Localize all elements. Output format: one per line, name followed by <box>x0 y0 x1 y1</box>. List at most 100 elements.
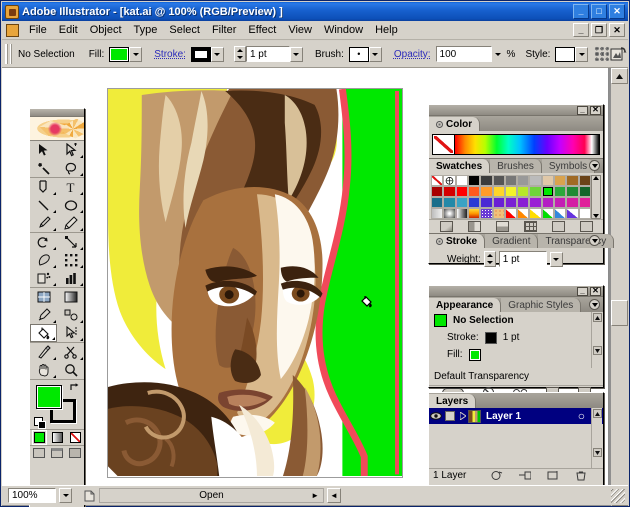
document-restore-button[interactable]: ❐ <box>591 23 607 37</box>
menu-edit[interactable]: Edit <box>53 22 84 38</box>
scrollbar-thumb[interactable] <box>611 300 628 326</box>
swatch-cyan[interactable] <box>455 197 468 208</box>
scroll-up-button[interactable] <box>611 68 628 84</box>
swatch-gradient-gray[interactable] <box>431 208 444 219</box>
spectrum-strip[interactable] <box>455 135 599 154</box>
window-resize-grip[interactable] <box>611 489 625 503</box>
lasso-tool[interactable] <box>57 159 84 177</box>
swatch-orange[interactable] <box>480 186 493 197</box>
stroke-weight-dropdown-arrow[interactable] <box>289 46 303 62</box>
swatch-brown[interactable] <box>566 175 579 186</box>
zoom-level-field[interactable]: 100% <box>8 488 56 503</box>
menu-view[interactable]: View <box>282 22 318 38</box>
slice-tool[interactable] <box>30 343 57 361</box>
minimize-button[interactable]: _ <box>573 4 589 19</box>
stroke-label[interactable]: Stroke: <box>154 49 186 60</box>
swatch-crimson[interactable] <box>443 186 456 197</box>
full-screen-with-menu-bar-mode[interactable] <box>48 446 66 459</box>
status-expand-arrow[interactable]: ► <box>311 491 319 500</box>
swatch-blue-violet[interactable] <box>480 197 493 208</box>
toolbox-drag-handle[interactable] <box>30 109 84 117</box>
appearance-scroll-up-button[interactable] <box>592 313 602 322</box>
full-screen-mode[interactable] <box>66 446 84 459</box>
paintbrush-tool[interactable] <box>30 214 57 232</box>
symbol-sprayer-tool[interactable] <box>30 269 57 287</box>
vectorized-portrait-artwork[interactable] <box>108 89 402 477</box>
appearance-minimize-button[interactable]: _ <box>577 286 588 296</box>
style-grid-icon[interactable] <box>594 46 611 62</box>
show-swatch-kinds-button[interactable] <box>467 221 481 232</box>
style-swatch[interactable] <box>555 46 576 62</box>
appearance-scrollbar[interactable] <box>591 312 602 368</box>
swatch-hot-pink[interactable] <box>578 197 591 208</box>
swatch-dark-brown[interactable] <box>578 175 591 186</box>
stroke-weight-field[interactable]: 1 pt <box>245 46 290 62</box>
swatch-magenta-dark[interactable] <box>541 197 555 208</box>
swatch-options-button[interactable] <box>495 221 509 232</box>
stroke-panel-menu-button[interactable] <box>589 235 600 246</box>
swap-fill-stroke-icon[interactable] <box>70 382 80 392</box>
swatch-red-orange[interactable] <box>467 186 481 197</box>
appearance-close-button[interactable]: ✕ <box>590 286 601 296</box>
appearance-scroll-down-button[interactable] <box>592 346 602 355</box>
opacity-label[interactable]: Opacity: <box>394 49 431 60</box>
menu-help[interactable]: Help <box>369 22 404 38</box>
mesh-tool[interactable] <box>30 288 57 306</box>
gradient-tool[interactable] <box>57 288 84 306</box>
swatch-cream[interactable] <box>541 175 555 186</box>
layer-visibility-toggle[interactable] <box>429 412 443 420</box>
panel-close-button[interactable]: ✕ <box>590 105 601 115</box>
opacity-field[interactable]: 100 <box>435 46 492 62</box>
tab-transparency[interactable]: Transparency <box>538 234 615 248</box>
tab-stroke[interactable]: Stroke <box>429 234 486 248</box>
pencil-tool[interactable] <box>57 214 84 232</box>
swatch-violet[interactable] <box>492 197 505 208</box>
new-swatch-button[interactable] <box>551 221 565 232</box>
swatches-panel-menu-button[interactable] <box>589 160 600 171</box>
type-tool[interactable]: T <box>57 178 84 196</box>
default-fill-stroke-icon[interactable] <box>34 417 46 429</box>
toolbox-fill-swatch[interactable] <box>36 385 62 409</box>
menu-effect[interactable]: Effect <box>242 22 282 38</box>
swatch-cyan-dark[interactable] <box>443 197 456 208</box>
delete-swatch-button[interactable] <box>579 221 593 232</box>
swatch-gradient-green[interactable] <box>541 208 555 219</box>
stroke-weight-stepper[interactable] <box>233 46 246 62</box>
swatch-dark-green[interactable] <box>578 186 591 197</box>
appearance-target-swatch[interactable] <box>434 314 447 327</box>
line-segment-tool[interactable] <box>30 196 57 214</box>
swatch-gray-40[interactable] <box>517 175 530 186</box>
stroke-weight-panel-stepper[interactable] <box>483 251 496 267</box>
document-minimize-button[interactable]: _ <box>573 23 589 37</box>
appearance-stroke-row[interactable]: Stroke: 1 pt <box>429 329 603 346</box>
stroke-weight-panel-dropdown[interactable] <box>549 251 563 267</box>
direct-selection-tool[interactable] <box>57 141 84 159</box>
swatch-empty[interactable] <box>578 208 591 219</box>
swatch-libraries-button[interactable] <box>439 221 453 232</box>
swatch-gradient-rainbow[interactable] <box>467 208 481 219</box>
menu-file[interactable]: File <box>23 22 53 38</box>
layers-scroll-down-button[interactable] <box>592 448 602 457</box>
layer-target-indicator[interactable]: ○ <box>578 409 585 423</box>
swatch-pattern-confetti[interactable] <box>480 208 493 219</box>
menu-window[interactable]: Window <box>318 22 369 38</box>
hand-tool[interactable] <box>30 361 57 379</box>
swatch-yellow[interactable] <box>504 186 518 197</box>
fill-swatch[interactable] <box>109 46 130 62</box>
swatch-red[interactable] <box>455 186 468 197</box>
rotate-tool[interactable] <box>30 233 57 251</box>
appearance-target-row[interactable]: No Selection <box>429 312 603 329</box>
scissors-tool[interactable] <box>57 343 84 361</box>
swatch-gradient-radial[interactable] <box>443 208 456 219</box>
swatch-none[interactable] <box>431 175 444 186</box>
style-dropdown-arrow[interactable] <box>575 46 589 62</box>
swatch-tan[interactable] <box>554 175 567 186</box>
tab-gradient[interactable]: Gradient <box>485 234 539 248</box>
live-paint-bucket-tool[interactable] <box>30 324 57 342</box>
pen-tool[interactable] <box>30 178 57 196</box>
tab-symbols[interactable]: Symbols <box>541 159 596 173</box>
color-spectrum-ramp[interactable] <box>432 134 600 155</box>
none-button[interactable] <box>66 430 84 445</box>
swatches-scrollbar[interactable] <box>591 175 601 219</box>
swatch-purple-3[interactable] <box>529 197 542 208</box>
